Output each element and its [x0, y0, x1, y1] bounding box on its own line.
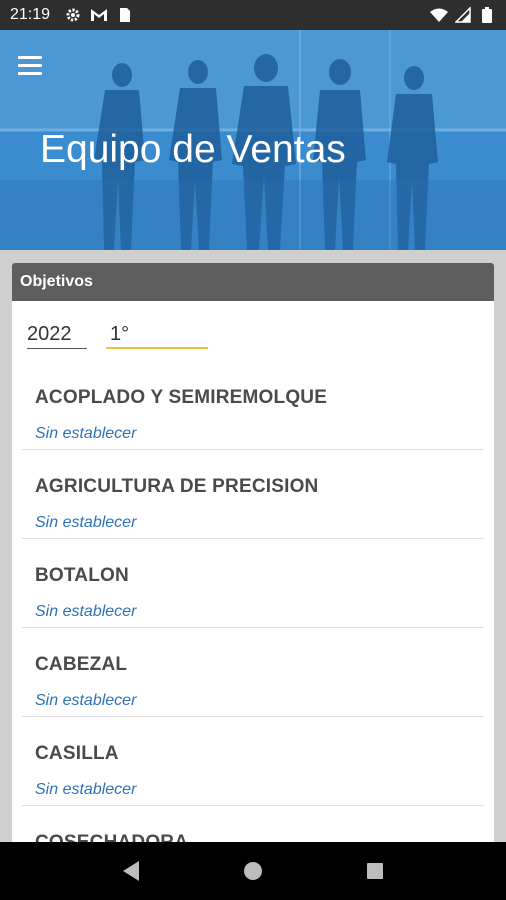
objectives-list: ACOPLADO Y SEMIREMOLQUE Sin establecer A…: [22, 361, 484, 863]
item-name: BOTALON: [35, 565, 129, 586]
gmail-icon: [90, 6, 108, 24]
list-item[interactable]: CASILLA Sin establecer: [22, 717, 484, 806]
item-name: CABEZAL: [35, 654, 128, 675]
list-item[interactable]: AGRICULTURA DE PRECISION Sin establecer: [22, 450, 484, 539]
sim-icon: [116, 6, 134, 24]
back-icon[interactable]: [116, 856, 146, 886]
year-selector[interactable]: 2022: [27, 323, 87, 349]
hamburger-icon-line: [18, 71, 42, 75]
item-status: Sin establecer: [35, 425, 137, 442]
item-status: Sin establecer: [35, 514, 137, 531]
status-time: 21:19: [10, 6, 51, 23]
item-name: AGRICULTURA DE PRECISION: [35, 476, 319, 497]
home-icon[interactable]: [238, 856, 268, 886]
page-title: Equipo de Ventas: [40, 128, 346, 171]
status-bar: 21:19: [0, 0, 506, 30]
wifi-icon: [430, 6, 448, 24]
card-header: Objetivos: [12, 263, 494, 301]
signal-icon: [454, 6, 472, 24]
header-banner: Equipo de Ventas: [0, 30, 506, 250]
item-status: Sin establecer: [35, 781, 137, 798]
objectives-card: Objetivos 2022 1° ACOPLADO Y SEMIREMOLQU…: [12, 263, 494, 863]
item-name: ACOPLADO Y SEMIREMOLQUE: [35, 387, 328, 408]
menu-button[interactable]: [18, 50, 52, 80]
navigation-bar: [0, 842, 506, 900]
period-selector[interactable]: 1°: [106, 323, 208, 349]
gear-icon: [64, 6, 82, 24]
hamburger-icon-line: [18, 55, 42, 59]
item-name: CASILLA: [35, 743, 119, 764]
battery-icon: [478, 6, 496, 24]
recents-icon[interactable]: [360, 856, 390, 886]
list-item[interactable]: BOTALON Sin establecer: [22, 539, 484, 628]
period-selectors: 2022 1°: [12, 301, 494, 361]
list-item[interactable]: ACOPLADO Y SEMIREMOLQUE Sin establecer: [22, 361, 484, 450]
list-item[interactable]: CABEZAL Sin establecer: [22, 628, 484, 717]
item-status: Sin establecer: [35, 603, 137, 620]
hamburger-icon-line: [18, 63, 42, 67]
item-status: Sin establecer: [35, 692, 137, 709]
